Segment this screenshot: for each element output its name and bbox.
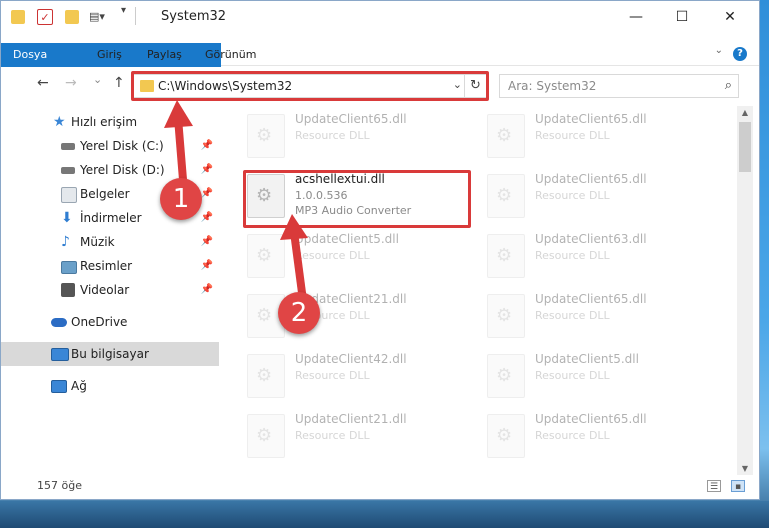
step-badge-1: 1 bbox=[160, 178, 202, 220]
arrow-2-head bbox=[280, 214, 308, 240]
annotation-arrows bbox=[164, 100, 308, 309]
step-badge-2: 2 bbox=[278, 292, 320, 334]
arrow-1-head bbox=[164, 100, 193, 128]
